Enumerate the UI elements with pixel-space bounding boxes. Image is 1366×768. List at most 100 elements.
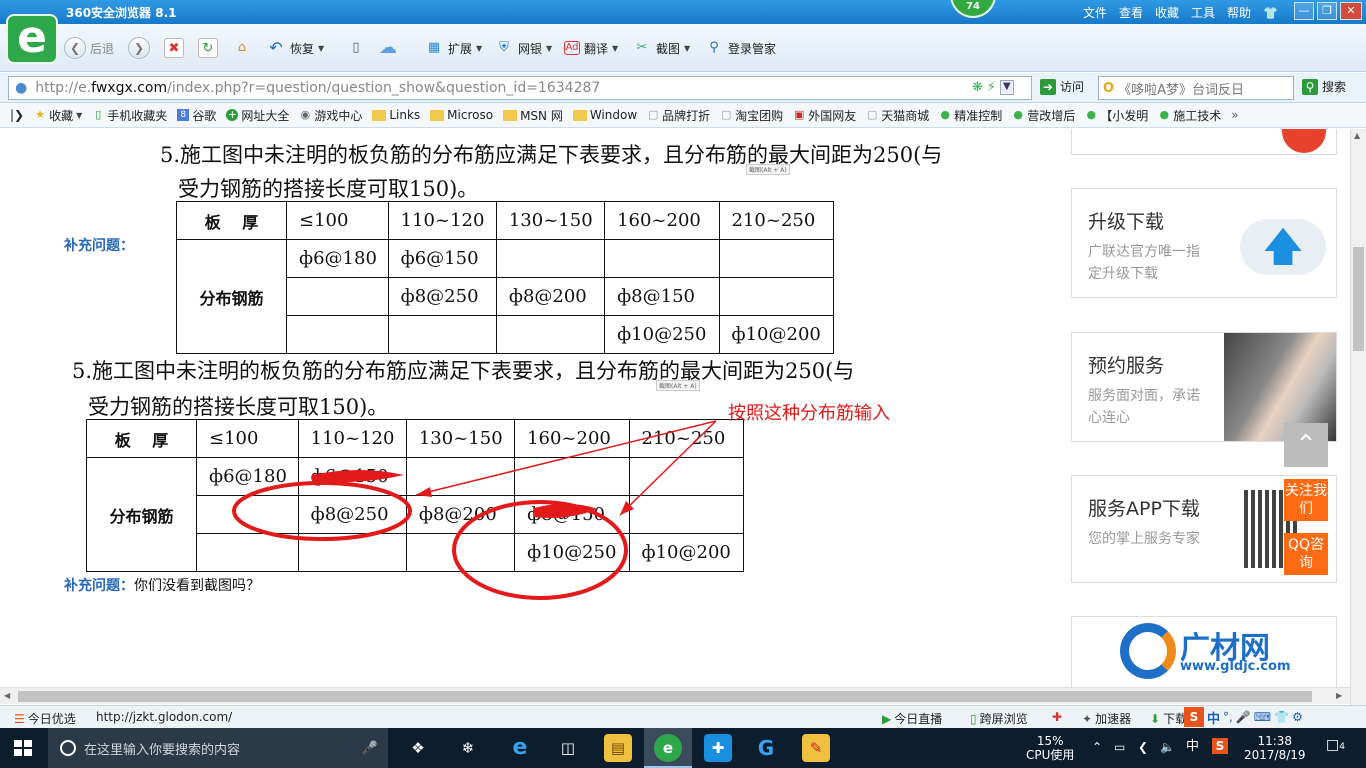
netbank-button[interactable]: ⛨ 网银 ▼ [494, 36, 552, 60]
menu-view[interactable]: 查看 [1119, 4, 1143, 21]
sogou-ime-bar[interactable]: S 中 °, 🎤 ⌨ 👕 ⚙ [1184, 707, 1303, 727]
visit-button[interactable]: ➜ 访问 [1040, 78, 1084, 95]
page-content: 5.施工图中未注明的板负筋的分布筋应满足下表要求，且分布筋的最大间距为250(与… [0, 129, 1350, 687]
cross-screen-button[interactable]: ▯ 跨屏浏览 [970, 710, 1028, 727]
edge-app-icon[interactable]: e [506, 734, 534, 762]
shirt-icon[interactable]: 👕 [1263, 6, 1278, 20]
menu-help[interactable]: 帮助 [1227, 4, 1251, 21]
menu-favorites[interactable]: 收藏 [1155, 4, 1179, 21]
taskbar-search-input[interactable]: 在这里输入你要搜索的内容 🎤 [48, 728, 388, 768]
search-button[interactable]: ⚲ 搜索 [1302, 78, 1346, 95]
tray-chevron-up-icon[interactable]: ⌃ [1092, 740, 1102, 754]
360-browser-app-icon[interactable]: e [654, 734, 682, 762]
login-manager-button[interactable]: ⚲ 登录管家 [704, 36, 776, 60]
red-scribble-mark [534, 503, 598, 518]
cpu-usage-indicator[interactable]: 15% CPU使用 [1026, 734, 1074, 762]
upgrade-download-card[interactable]: 升级下载 广联达官方唯一指定升级下载 🡅 [1071, 188, 1337, 298]
maximize-button[interactable]: ❐ [1317, 2, 1337, 20]
cloud-icon: ☁ [379, 37, 397, 58]
translate-button[interactable]: Ad 翻译 ▼ [564, 36, 618, 60]
notification-badge[interactable]: 74 [950, 0, 996, 18]
follow-us-button[interactable]: 关注我们 [1284, 479, 1328, 521]
wifi-icon[interactable]: ❮ [1138, 740, 1148, 754]
remote-app-icon[interactable]: ✚ [704, 734, 732, 762]
more-bookmarks-icon[interactable]: » [1231, 108, 1238, 122]
security-shield-button[interactable]: ✚ [1052, 710, 1062, 724]
bookmark-construction[interactable]: ● 施工技术 [1158, 107, 1221, 124]
bookmark-links[interactable]: Links [372, 108, 420, 122]
bookmark-mobile[interactable]: ▯ 手机收藏夹 [92, 107, 167, 124]
browser-logo[interactable]: e [6, 14, 58, 64]
home-button[interactable]: ⌂ [232, 36, 252, 60]
search-input[interactable]: O 《哆啦A梦》台词反日 [1098, 76, 1294, 100]
refresh-button[interactable]: ↻ [198, 36, 218, 60]
home-icon: ⌂ [237, 40, 247, 55]
forward-button[interactable]: ❯ [128, 36, 150, 60]
windows-start-icon[interactable] [14, 740, 32, 756]
glodon-app-icon[interactable]: G [752, 734, 780, 762]
menu-tools[interactable]: 工具 [1191, 4, 1215, 21]
back-button[interactable]: ❮ 后退 [64, 36, 114, 60]
dropdown-arrow-icon[interactable]: ▼ [1000, 80, 1014, 95]
back-to-top-button[interactable]: ⌃ [1284, 423, 1328, 467]
lightning-icon[interactable]: ⚡ [987, 80, 996, 95]
vertical-scroll-thumb[interactable] [1353, 247, 1364, 351]
ime-indicator[interactable]: 中 [1186, 740, 1199, 754]
ie-swirl-app-icon[interactable]: ❄ [454, 734, 482, 762]
chevron-down-icon: ▼ [76, 110, 83, 120]
live-button[interactable]: ▶ 今日直播 [882, 710, 942, 727]
restore-button[interactable]: ↶ 恢复 ▼ [266, 36, 324, 60]
loading-icon[interactable]: ❋ [972, 80, 983, 95]
horizontal-scroll-thumb[interactable] [18, 691, 1312, 702]
cloud-button[interactable]: ☁ [378, 36, 398, 60]
store-app-icon[interactable]: ◫ [554, 734, 582, 762]
mobile-button[interactable]: ▯ [346, 36, 366, 60]
bookmark-foreign[interactable]: ▣ 外国网友 [793, 107, 856, 124]
taskview-app-icon[interactable]: ❖ [404, 734, 432, 762]
bookmark-invention[interactable]: ● 【小发明 [1085, 107, 1148, 124]
partial-card[interactable] [1071, 129, 1337, 155]
chevron-down-icon: ▼ [612, 43, 619, 53]
bookmark-favorites[interactable]: ★ 收藏 ▼ [34, 107, 82, 124]
vertical-scrollbar[interactable]: ▲ [1350, 129, 1366, 705]
bookmark-google[interactable]: 8 谷歌 [177, 107, 216, 124]
volume-icon[interactable]: 🔈 [1160, 740, 1175, 754]
bookmark-tmall[interactable]: ▢ 天猫商城 [866, 107, 929, 124]
bookmark-precise[interactable]: ● 精准控制 [939, 107, 1002, 124]
clock[interactable]: 11:38 2017/8/19 [1244, 734, 1306, 762]
bookmark-vat[interactable]: ● 营改增后 [1012, 107, 1075, 124]
status-url: http://jzkt.glodon.com/ [96, 710, 233, 724]
horizontal-scrollbar[interactable]: ◀ ▶ [0, 687, 1350, 704]
stop-button[interactable]: ✖ [164, 36, 184, 60]
notification-center-icon[interactable]: □4 [1326, 738, 1345, 754]
qq-consult-button[interactable]: QQ咨询 [1284, 533, 1328, 575]
bookmark-brand-sale[interactable]: ▢ 品牌打折 [647, 107, 710, 124]
bookmark-microsoft[interactable]: Microso [430, 108, 493, 122]
menu-file[interactable]: 文件 [1083, 4, 1107, 21]
scroll-left-icon[interactable]: ◀ [4, 691, 10, 700]
accelerator-button[interactable]: ✦ 加速器 [1082, 710, 1131, 727]
scroll-up-icon[interactable]: ▲ [1354, 131, 1360, 140]
bookmark-nav[interactable]: + 网址大全 [226, 107, 289, 124]
scroll-right-icon[interactable]: ▶ [1336, 691, 1342, 700]
bookmark-games[interactable]: ◉ 游戏中心 [299, 107, 363, 124]
notepad-app-icon[interactable]: ✎ [802, 734, 830, 762]
screenshot-button[interactable]: ✂ 截图 ▼ [632, 36, 691, 60]
tray-battery-icon[interactable]: ▭ [1114, 740, 1125, 754]
sogou-tray-icon[interactable]: S [1212, 738, 1228, 754]
bookmark-msn[interactable]: MSN 网 [503, 107, 563, 124]
bank-shield-icon: ⛨ [499, 40, 509, 55]
bookmark-taobao[interactable]: ▢ 淘宝团购 [720, 107, 783, 124]
minimize-button[interactable]: — [1294, 2, 1314, 20]
today-pick-button[interactable]: ☰ 今日优选 [14, 710, 76, 727]
close-button[interactable]: ✕ [1340, 2, 1362, 20]
refresh-icon: ↻ [198, 38, 218, 58]
gldjc-card[interactable]: 广材网 www.gldjc.com [1071, 616, 1337, 687]
explorer-app-icon[interactable]: ▤ [604, 734, 632, 762]
bookmark-windows[interactable]: Window [572, 108, 637, 122]
sidebar-toggle-icon[interactable]: |❯ [10, 108, 24, 122]
url-input[interactable]: ● http://e. fwxgx.com/index.php?r=questio… [8, 76, 1032, 100]
extensions-button[interactable]: ▦ 扩展 ▼ [424, 36, 482, 60]
download-button[interactable]: ⬇ 下载 [1150, 710, 1187, 727]
shirt-icon: 👕 [1274, 710, 1290, 724]
